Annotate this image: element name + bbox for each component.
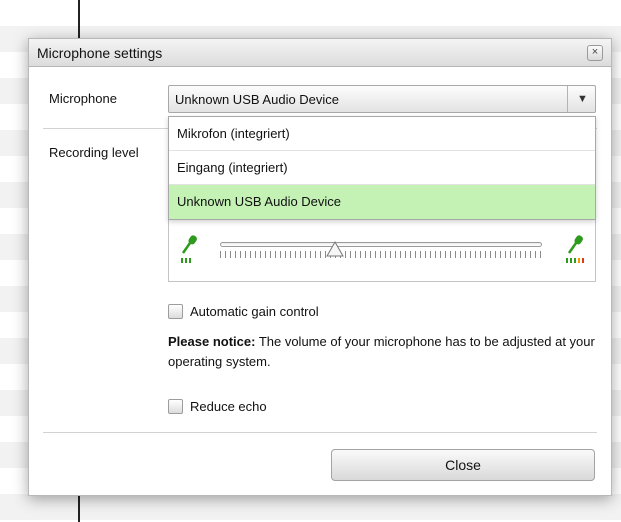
reduce-echo-checkbox[interactable] [168, 399, 183, 414]
microphone-select[interactable]: Unknown USB Audio Device ▼ [168, 85, 596, 113]
microphone-option-eingang[interactable]: Eingang (integriert) [169, 151, 595, 185]
agc-checkbox[interactable] [168, 304, 183, 319]
microphone-select-value: Unknown USB Audio Device [175, 92, 340, 107]
dialog-titlebar[interactable]: Microphone settings × [29, 39, 611, 67]
chevron-down-icon: ▼ [577, 93, 588, 105]
microphone-option-mikrofon[interactable]: Mikrofon (integriert) [169, 117, 595, 151]
microphone-settings-dialog: Microphone settings × Microphone Unknown… [28, 38, 612, 496]
microphone-options-list: Mikrofon (integriert) Eingang (integrier… [168, 116, 596, 220]
recording-level-panel [168, 220, 596, 282]
background-line-top [78, 0, 80, 40]
microphone-option-usb[interactable]: Unknown USB Audio Device [169, 185, 595, 219]
recording-level-ticks [220, 251, 542, 258]
agc-label[interactable]: Automatic gain control [190, 304, 319, 319]
microphone-high-icon [566, 235, 584, 263]
separator-bottom [43, 432, 597, 433]
notice-bold: Please notice: [168, 334, 256, 349]
close-button[interactable]: Close [331, 449, 595, 481]
dialog-title: Microphone settings [37, 45, 163, 61]
recording-level-label: Recording level [49, 145, 139, 160]
select-arrow[interactable]: ▼ [567, 86, 595, 112]
slider-thumb-icon[interactable] [326, 241, 344, 257]
microphone-low-icon [181, 235, 197, 263]
close-icon[interactable]: × [587, 45, 603, 61]
reduce-echo-label[interactable]: Reduce echo [190, 399, 267, 414]
background-line-bottom [78, 495, 80, 522]
recording-level-track[interactable] [220, 242, 542, 247]
volume-notice: Please notice: The volume of your microp… [168, 332, 598, 372]
microphone-label: Microphone [49, 91, 117, 106]
